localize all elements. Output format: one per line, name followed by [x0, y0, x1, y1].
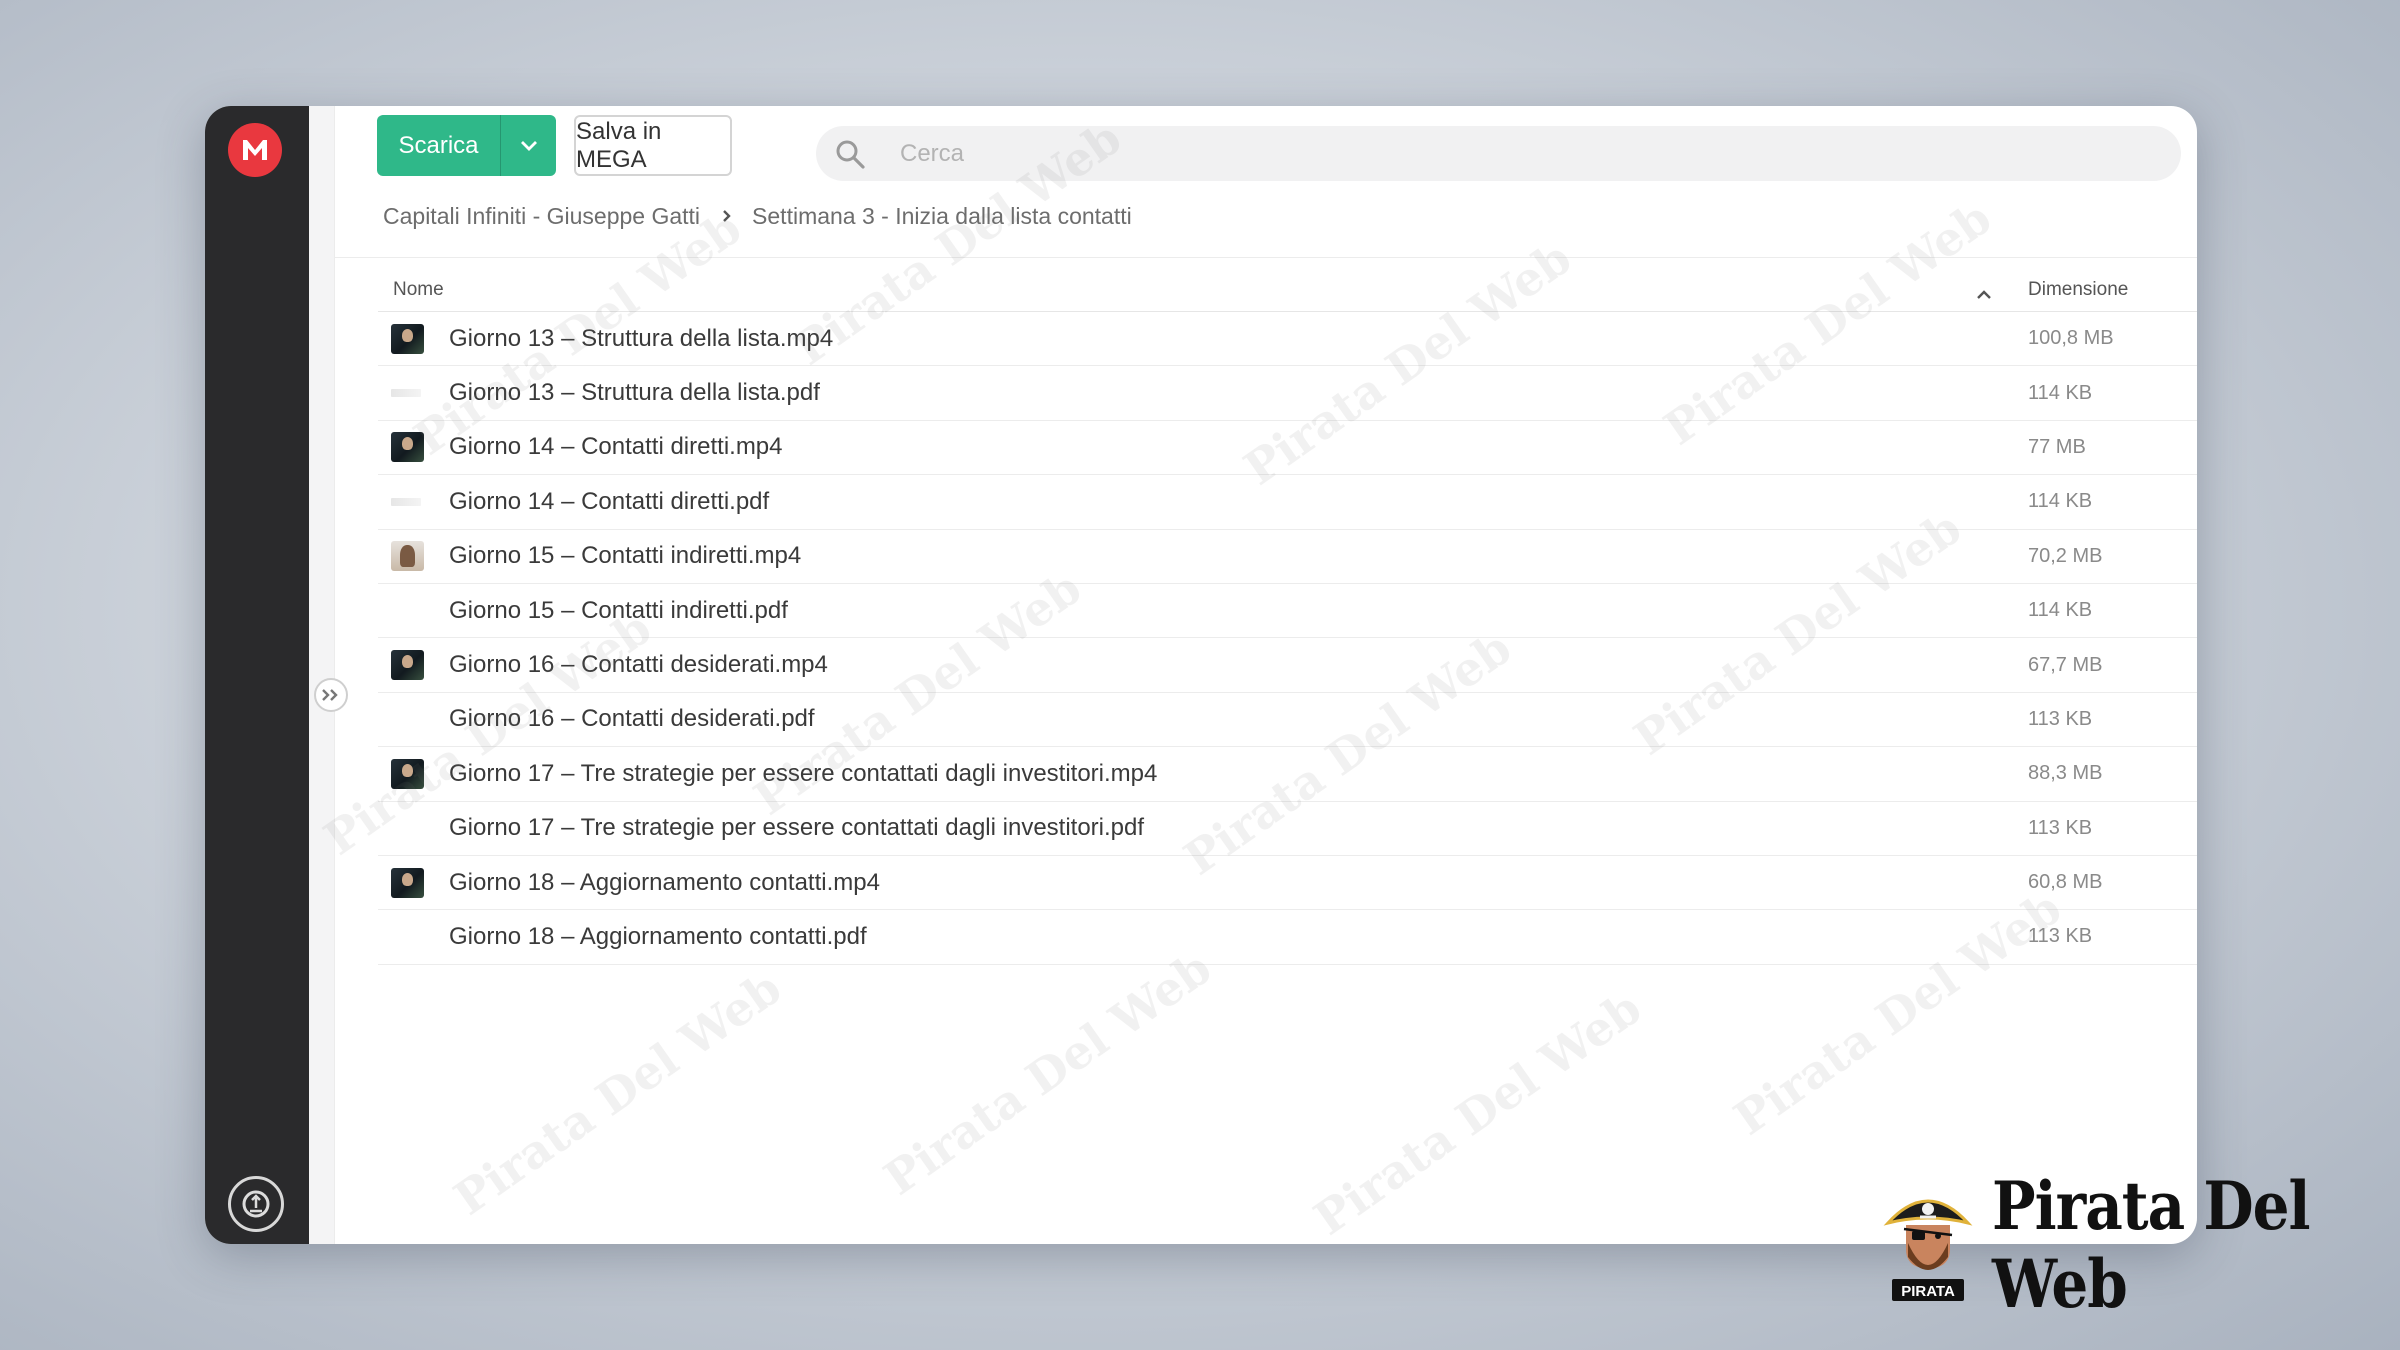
table-row[interactable]: Giorno 15 – Contatti indiretti.pdf 114 KB… — [378, 584, 2197, 639]
file-size: 114 KB — [2028, 490, 2093, 513]
file-size: 77 MB — [2028, 435, 2086, 458]
file-size: 88,3 MB — [2028, 762, 2103, 785]
table-row[interactable]: Giorno 18 – Aggiornamento contatti.mp4 60… — [378, 856, 2197, 911]
brand-badge-label: PIRATA — [1901, 1283, 1955, 1300]
search-bar[interactable] — [816, 126, 2181, 181]
video-thumbnail-icon — [391, 856, 425, 909]
brand-name: Pirata Del Web — [1992, 1166, 2311, 1324]
table-row[interactable]: Giorno 15 – Contatti indiretti.mp4 70,2 M… — [378, 530, 2197, 584]
sort-ascending-icon[interactable] — [1976, 284, 1992, 306]
mega-logo-icon[interactable] — [228, 123, 282, 177]
file-size: 100,8 MB — [2028, 327, 2114, 350]
save-to-mega-button[interactable]: Salva in MEGA — [574, 115, 732, 176]
search-input[interactable] — [900, 139, 2100, 168]
table-row[interactable]: Giorno 16 – Contatti desiderati.mp4 67,7 … — [378, 638, 2197, 693]
video-thumbnail-icon — [391, 312, 425, 365]
pdf-file-icon — [391, 366, 425, 419]
file-name[interactable]: Giorno 13 – Struttura della lista.pdf — [449, 366, 820, 419]
file-name[interactable]: Giorno 16 – Contatti desiderati.pdf — [449, 693, 815, 746]
file-name[interactable]: Giorno 18 – Aggiornamento contatti.pdf — [449, 910, 867, 963]
pirate-mascot-logo: PIRATA — [1878, 1183, 1978, 1307]
watermark-text: Pirata Del Web — [444, 960, 791, 1226]
file-size: 114 KB — [2028, 599, 2093, 622]
table-row[interactable]: Giorno 14 – Contatti diretti.mp477 MBVid… — [378, 421, 2197, 476]
header-divider — [335, 257, 2197, 258]
sidebar — [205, 106, 309, 1244]
video-thumbnail-icon — [391, 638, 425, 691]
panel-divider — [309, 106, 335, 1244]
chevron-right-icon — [722, 209, 732, 223]
file-size: 60,8 MB — [2028, 871, 2103, 894]
file-size: 113 KB — [2028, 925, 2093, 948]
file-name[interactable]: Giorno 15 – Contatti indiretti.mp4 — [449, 530, 801, 583]
pdf-file-icon — [391, 802, 425, 855]
file-name[interactable]: Giorno 14 – Contatti diretti.mp4 — [449, 421, 783, 474]
pdf-file-icon — [391, 693, 425, 746]
breadcrumb: Capitali Infiniti - Giuseppe Gatti Setti… — [383, 201, 1132, 231]
chevron-down-icon[interactable] — [500, 115, 556, 176]
expand-sidebar-button[interactable] — [314, 678, 348, 712]
search-icon — [834, 137, 868, 171]
watermark-text: Pirata Del Web — [1304, 980, 1651, 1244]
file-name[interactable]: Giorno 17 – Tre strategie per essere con… — [449, 802, 1144, 855]
pdf-file-icon — [391, 910, 425, 963]
breadcrumb-current[interactable]: Settimana 3 - Inizia dalla lista contatt… — [752, 203, 1132, 230]
file-name[interactable]: Giorno 18 – Aggiornamento contatti.mp4 — [449, 856, 880, 909]
breadcrumb-root[interactable]: Capitali Infiniti - Giuseppe Gatti — [383, 203, 700, 230]
video-thumbnail-icon — [391, 530, 425, 583]
file-size: 114 KB — [2028, 381, 2093, 404]
pdf-file-icon — [391, 584, 425, 637]
brand-watermark: PIRATA Pirata Del Web — [1878, 1167, 2348, 1323]
table-body: Giorno 13 – Struttura della lista.mp4 100… — [378, 312, 2197, 965]
file-table: Nome Dimensione Tipo Giorno 13 – Struttu… — [378, 270, 2197, 965]
column-header-size[interactable]: Dimensione — [2028, 279, 2128, 301]
file-browser-window: Scarica Salva in MEGA Capitali Infiniti … — [205, 106, 2197, 1244]
watermark-text: Pirata Del Web — [874, 940, 1221, 1206]
transfer-manager-icon[interactable] — [228, 1176, 284, 1232]
download-button[interactable]: Scarica — [377, 115, 556, 176]
save-to-mega-label: Salva in MEGA — [576, 117, 662, 173]
file-name[interactable]: Giorno 13 – Struttura della lista.mp4 — [449, 312, 833, 365]
download-button-label: Scarica — [398, 131, 479, 159]
file-name[interactable]: Giorno 16 – Contatti desiderati.mp4 — [449, 638, 828, 691]
table-header: Nome Dimensione Tipo — [378, 270, 2197, 312]
table-row[interactable]: Giorno 18 – Aggiornamento contatti.pdf 11… — [378, 910, 2197, 965]
table-row[interactable]: Giorno 16 – Contatti desiderati.pdf 113 K… — [378, 693, 2197, 748]
file-name[interactable]: Giorno 17 – Tre strategie per essere con… — [449, 747, 1157, 800]
table-row[interactable]: Giorno 13 – Struttura della lista.mp4 100… — [378, 312, 2197, 367]
video-thumbnail-icon — [391, 747, 425, 800]
video-thumbnail-icon — [391, 421, 425, 474]
file-size: 113 KB — [2028, 707, 2093, 730]
table-row[interactable]: Giorno 13 – Struttura della lista.pdf 114… — [378, 366, 2197, 421]
file-size: 70,2 MB — [2028, 544, 2103, 567]
file-name[interactable]: Giorno 14 – Contatti diretti.pdf — [449, 475, 769, 528]
table-row[interactable]: Giorno 17 – Tre strategie per essere con… — [378, 747, 2197, 802]
pdf-file-icon — [391, 475, 425, 528]
column-header-name[interactable]: Nome — [393, 279, 444, 301]
table-row[interactable]: Giorno 17 – Tre strategie per essere con… — [378, 802, 2197, 856]
table-row[interactable]: Giorno 14 – Contatti diretti.pdf114 KBDo… — [378, 475, 2197, 530]
file-size: 67,7 MB — [2028, 653, 2103, 676]
file-size: 113 KB — [2028, 816, 2093, 839]
file-name[interactable]: Giorno 15 – Contatti indiretti.pdf — [449, 584, 788, 637]
